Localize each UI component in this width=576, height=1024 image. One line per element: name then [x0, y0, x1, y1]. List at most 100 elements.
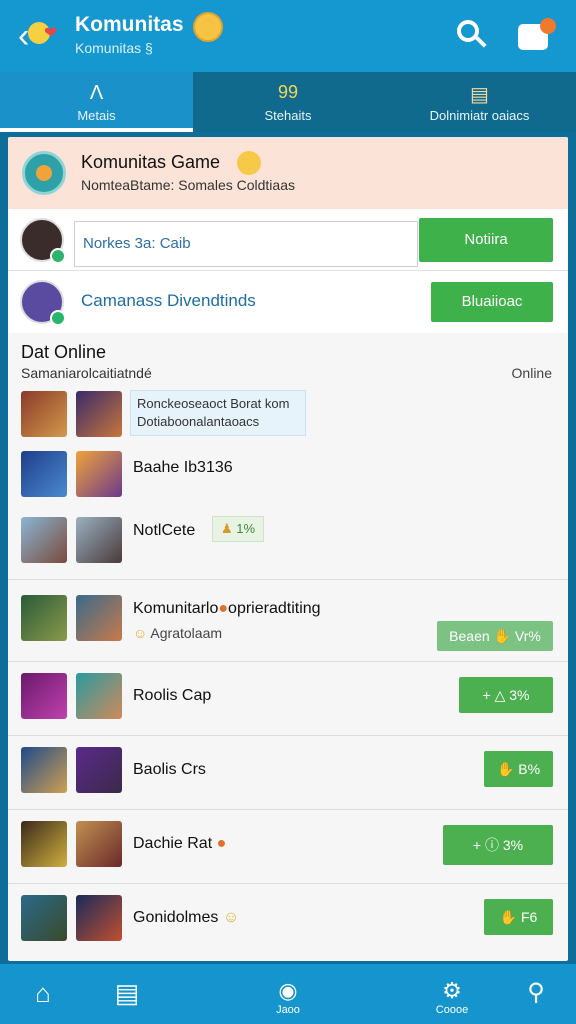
search-row: Norkes 3a: Caib Notiira: [8, 209, 568, 271]
nav-window[interactable]: ▤: [97, 964, 157, 1024]
tab-label: Metais: [77, 108, 116, 123]
nav-settings[interactable]: ⚙ Coooe: [422, 964, 482, 1024]
game-thumbnail[interactable]: [21, 821, 67, 867]
heart-icon: ❤: [44, 25, 58, 42]
fire-icon: △: [494, 687, 506, 703]
online-status: Online: [511, 365, 552, 381]
community-subtitle: NomteaBtame: Somales Coldtiaas: [81, 177, 295, 193]
thumbs-up-icon: ✋: [496, 761, 515, 777]
section-title: Dat Online: [21, 342, 107, 362]
game-thumbnail[interactable]: [21, 391, 67, 437]
game-thumbnail[interactable]: [21, 517, 67, 563]
trophy-icon: ♟: [221, 521, 233, 536]
community-header: Komunitas Game NomteaBtame: Somales Cold…: [8, 137, 568, 209]
notiira-button[interactable]: Notiira: [419, 218, 553, 262]
search-button[interactable]: [455, 18, 489, 52]
game-thumbnail[interactable]: [76, 895, 122, 941]
community-icon: [22, 151, 66, 195]
tag-line: Dotiaboonalantaoacs: [137, 414, 260, 429]
counter-icon: 99: [277, 82, 299, 102]
game-thumbnail[interactable]: [21, 595, 67, 641]
smile-emoji-icon: ☺: [133, 625, 148, 641]
search-input[interactable]: Norkes 3a: Caib: [74, 221, 418, 267]
app-title: Komunitas: [75, 13, 184, 36]
item-title: Roolis Cap: [133, 687, 212, 704]
triangle-icon: Λ: [89, 82, 104, 104]
window-icon: ▤: [114, 978, 140, 1008]
online-badge: [50, 310, 66, 326]
smile-emoji-icon: [237, 151, 261, 175]
add-button[interactable]: + ⓘ 3%: [443, 825, 553, 865]
add-button[interactable]: + △ 3%: [459, 677, 553, 713]
fire-icon: ●: [218, 600, 229, 617]
divider: [8, 579, 568, 580]
gear-icon: ⚙: [442, 978, 462, 1003]
divider: [8, 735, 568, 736]
search-icon: ⚲: [527, 979, 545, 1006]
game-thumbnail[interactable]: [21, 673, 67, 719]
item-title: Komunitarlo●oprieradtiting: [133, 600, 321, 617]
tab-stehaits[interactable]: 99 Stehaits: [193, 72, 383, 132]
tab-label: Stehaits: [264, 108, 312, 123]
beaen-button[interactable]: Beaen ✋ Vr%: [437, 621, 553, 651]
chat-icon: ◉: [278, 978, 298, 1003]
bluaiioac-button[interactable]: Bluaiioac: [431, 282, 553, 322]
game-thumbnail[interactable]: [21, 451, 67, 497]
percent-pill: ♟ 1%: [212, 516, 265, 542]
game-thumbnail[interactable]: [76, 517, 122, 563]
like-button[interactable]: ✋ B%: [484, 751, 553, 787]
online-badge: [50, 248, 66, 264]
plus-icon: +: [472, 837, 482, 853]
game-thumbnail[interactable]: [76, 821, 122, 867]
notification-badge: [540, 18, 556, 34]
nav-search[interactable]: ⚲: [506, 964, 566, 1024]
home-icon: ⌂: [35, 978, 51, 1008]
tab-label: Dolnimiatr oaiacs: [429, 108, 530, 123]
content-panel: Komunitas Game NomteaBtame: Somales Cold…: [8, 137, 568, 961]
item-title: Baolis Crs: [133, 761, 206, 778]
game-thumbnail[interactable]: [76, 673, 122, 719]
bottom-navigation: ⌂ ▤ ◉ Jaoo ⚙ Coooe ⚲: [0, 964, 576, 1024]
item-title: Baahe Ib3136: [133, 459, 233, 476]
smile-emoji-icon: ☺: [222, 909, 240, 926]
thumbs-up-icon: ✋: [493, 628, 511, 644]
like-button[interactable]: ✋ F6: [484, 899, 553, 935]
item-title: Dachie Rat ●: [133, 835, 227, 852]
thumbs-up-icon: ✋: [499, 909, 518, 925]
game-thumbnail[interactable]: [76, 595, 122, 641]
box-icon: ▤: [470, 84, 489, 106]
game-thumbnail[interactable]: [21, 747, 67, 793]
item-title: NotlCete: [133, 522, 196, 539]
fire-icon: ●: [216, 835, 227, 852]
game-thumbnail[interactable]: [21, 895, 67, 941]
nav-chat[interactable]: ◉ Jaoo: [258, 964, 318, 1024]
tab-metais[interactable]: Λ Metais: [0, 72, 193, 132]
tab-bar: Λ Metais 99 Stehaits ▤ Dolnimiatr oaiacs: [0, 72, 576, 132]
app-subtitle: Komunitas §: [75, 40, 153, 56]
link-row: Camanass Divendtinds Bluaiioac: [8, 271, 568, 333]
help-icon: ⓘ: [484, 837, 499, 853]
item-subtitle: ☺ Agratolaam: [133, 625, 223, 641]
back-button[interactable]: ‹ ❤: [18, 18, 57, 54]
item-tag: Ronckeoseaoct Borat kom Dotiaboonalantao…: [130, 390, 306, 436]
game-thumbnail[interactable]: [76, 747, 122, 793]
item-title: Gonidolmes ☺: [133, 909, 240, 926]
divider: [8, 883, 568, 884]
game-thumbnail[interactable]: [76, 451, 122, 497]
top-app-bar: ‹ ❤ Komunitas Komunitas §: [0, 0, 576, 72]
section-subtitle: Samaniarolcaitiatndé: [21, 365, 152, 381]
smile-emoji-icon: [193, 12, 223, 42]
pill-value: 1%: [236, 521, 256, 536]
divendtinds-link[interactable]: Camanass Divendtinds: [81, 291, 256, 311]
avatar[interactable]: [20, 218, 66, 264]
notifications-button[interactable]: [518, 18, 556, 52]
plus-icon: +: [482, 687, 491, 703]
game-thumbnail[interactable]: [76, 391, 122, 437]
tag-line: Ronckeoseaoct Borat kom: [137, 396, 290, 411]
nav-home[interactable]: ⌂: [13, 964, 73, 1024]
divider: [8, 661, 568, 662]
divider: [8, 809, 568, 810]
tab-dolnimiatr[interactable]: ▤ Dolnimiatr oaiacs: [383, 72, 576, 132]
avatar[interactable]: [20, 280, 66, 326]
community-title: Komunitas Game: [81, 152, 221, 172]
